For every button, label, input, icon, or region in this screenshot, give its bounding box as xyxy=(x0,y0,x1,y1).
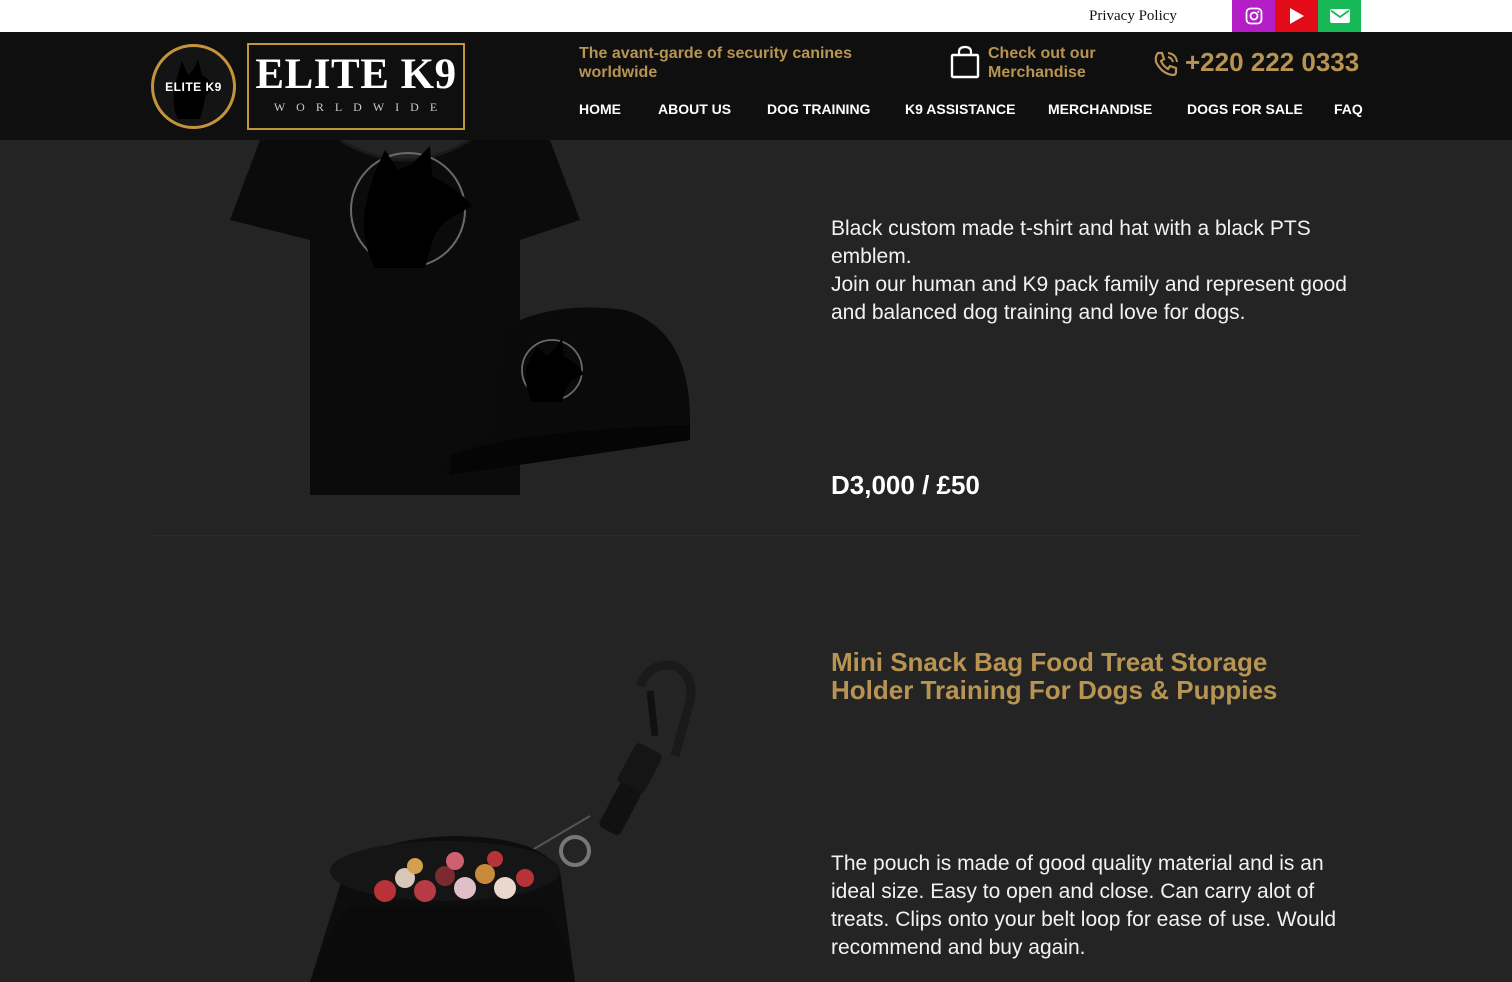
nav-about-us[interactable]: ABOUT US xyxy=(658,101,731,117)
tshirt-and-cap-image[interactable] xyxy=(220,140,720,520)
email-button[interactable] xyxy=(1318,0,1361,32)
youtube-button[interactable] xyxy=(1275,0,1318,32)
privacy-policy-link[interactable]: Privacy Policy xyxy=(1089,8,1177,25)
phone-number: +220 222 0333 xyxy=(1185,47,1360,77)
email-icon xyxy=(1329,9,1350,23)
instagram-icon xyxy=(1245,7,1262,25)
product-price: D3,000 / £50 xyxy=(831,470,980,500)
youtube-icon xyxy=(1289,8,1304,24)
nav-home[interactable]: HOME xyxy=(579,101,621,117)
nav-faq[interactable]: FAQ xyxy=(1334,101,1363,117)
nav-k9-assistance[interactable]: K9 ASSISTANCE xyxy=(905,101,1015,117)
nav-merchandise[interactable]: MERCHANDISE xyxy=(1048,101,1152,117)
phone-icon xyxy=(1154,51,1178,77)
shopping-bag-icon xyxy=(950,45,980,79)
merchandise-cta-link[interactable]: Check out our Merchandise xyxy=(950,44,1130,84)
product-snack-bag: Mini Snack Bag Food Treat Storage Holder… xyxy=(0,536,1512,982)
nav-dogs-for-sale[interactable]: DOGS FOR SALE xyxy=(1187,101,1303,117)
top-bar: Privacy Policy xyxy=(0,0,1512,32)
snack-bag-image[interactable] xyxy=(290,656,770,982)
site-header: ELITE K9 ELITE K9 WORLDWIDE The avant-ga… xyxy=(0,32,1512,140)
product-description: The pouch is made of good quality materi… xyxy=(831,852,1337,959)
product-title: Mini Snack Bag Food Treat Storage Holder… xyxy=(831,647,1278,705)
logo-emblem-text: ELITE K9 xyxy=(165,79,222,94)
site-tagline: The avant-garde of security canines worl… xyxy=(579,45,852,81)
main-nav: HOME ABOUT US DOG TRAINING K9 ASSISTANCE… xyxy=(0,101,1512,121)
logo-title: ELITE K9 xyxy=(255,51,457,98)
instagram-button[interactable] xyxy=(1232,0,1275,32)
merchandise-cta-label: Check out our Merchandise xyxy=(988,45,1096,81)
product-tshirt-hat: Black custom made t-shirt and hat with a… xyxy=(0,140,1512,536)
nav-dog-training[interactable]: DOG TRAINING xyxy=(767,101,870,117)
product-description: Black custom made t-shirt and hat with a… xyxy=(831,217,1347,324)
